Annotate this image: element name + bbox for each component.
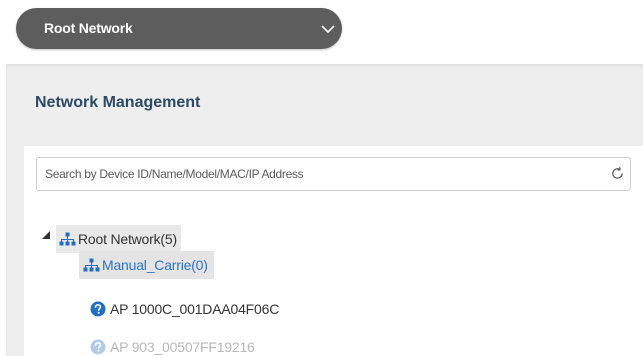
network-selector-dropdown[interactable]: Root Network [16, 8, 342, 49]
tree-item-label: Manual_Carrie(0) [102, 257, 208, 273]
network-selector-label: Root Network [44, 20, 133, 36]
refresh-icon[interactable] [610, 166, 625, 181]
tree-item-label: AP 1000C_001DAA04F06C [110, 301, 280, 317]
panel-title: Network Management [35, 94, 201, 111]
top-bar: Root Network [0, 0, 643, 64]
search-box [36, 157, 631, 191]
search-input[interactable] [37, 158, 587, 190]
help-icon [90, 301, 106, 317]
help-icon [90, 339, 106, 355]
tree-item-ap-903[interactable]: AP 903_00507FF19216 [90, 333, 255, 356]
tree-item-ap-1000c[interactable]: AP 1000C_001DAA04F06C [90, 295, 279, 323]
tree-item-root-network[interactable]: Root Network(5) [56, 225, 181, 253]
tree-item-label: Root Network(5) [78, 231, 177, 247]
network-icon [59, 232, 76, 246]
page: Root Network Network Management Search b… [0, 0, 643, 356]
tree-item-manual-carrie[interactable]: Manual_Carrie(0) [79, 251, 214, 279]
collapse-arrow-icon[interactable] [41, 230, 51, 240]
tree-item-label: AP 903_00507FF19216 [110, 339, 255, 355]
chevron-down-icon [321, 25, 335, 34]
network-icon [83, 258, 100, 272]
